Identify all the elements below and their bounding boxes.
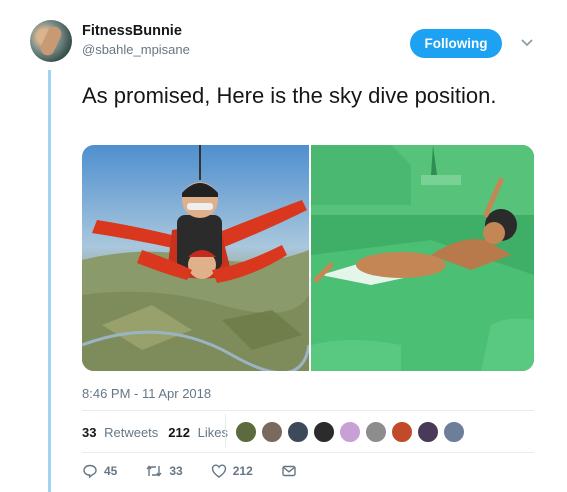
retweets-count: 33 — [82, 424, 97, 440]
heart-icon — [211, 464, 226, 478]
liker-avatar[interactable] — [443, 421, 465, 443]
likes-count: 212 — [168, 424, 190, 440]
retweet-icon — [146, 465, 162, 477]
reply-icon — [83, 464, 97, 479]
retweets-stat[interactable]: 33 Retweets — [82, 425, 158, 440]
divider-top — [82, 410, 534, 411]
reply-count: 45 — [104, 464, 118, 478]
like-count: 212 — [232, 464, 253, 478]
tweet-actions: 45 33 212 — [82, 463, 325, 479]
like-button[interactable]: 212 — [211, 463, 253, 479]
media-grid — [82, 145, 534, 371]
illustration-photo[interactable] — [311, 145, 534, 371]
liker-avatar[interactable] — [235, 421, 257, 443]
reply-button[interactable]: 45 — [82, 463, 117, 479]
liker-avatar[interactable] — [261, 421, 283, 443]
liker-avatar[interactable] — [365, 421, 387, 443]
thread-line — [48, 70, 51, 492]
tweet-stats: 33 Retweets 212 Likes — [82, 412, 238, 452]
tweet-text: As promised, Here is the sky dive positi… — [82, 83, 497, 108]
envelope-icon — [282, 465, 296, 477]
likes-label: Likes — [197, 424, 228, 440]
liker-avatar[interactable] — [287, 421, 309, 443]
direct-message-button[interactable] — [281, 463, 297, 479]
retweets-label: Retweets — [104, 424, 159, 440]
chevron-down-icon[interactable] — [519, 36, 535, 50]
liker-avatar[interactable] — [391, 421, 413, 443]
retweet-count: 33 — [169, 464, 183, 478]
liker-avatars — [235, 421, 469, 443]
following-button[interactable]: Following — [410, 29, 502, 58]
retweet-button[interactable]: 33 — [145, 463, 183, 479]
author-handle[interactable]: @sbahle_mpisane — [82, 42, 190, 57]
skydive-photo[interactable] — [82, 145, 309, 371]
tweet-timestamp[interactable]: 8:46 PM - 11 Apr 2018 — [82, 386, 211, 401]
divider-bottom — [82, 452, 534, 453]
liker-avatar[interactable] — [339, 421, 361, 443]
author-name[interactable]: FitnessBunnie — [82, 23, 182, 39]
stats-separator — [225, 414, 226, 448]
avatar[interactable] — [30, 20, 72, 62]
liker-avatar[interactable] — [313, 421, 335, 443]
likes-stat[interactable]: 212 Likes — [168, 425, 228, 440]
liker-avatar[interactable] — [417, 421, 439, 443]
